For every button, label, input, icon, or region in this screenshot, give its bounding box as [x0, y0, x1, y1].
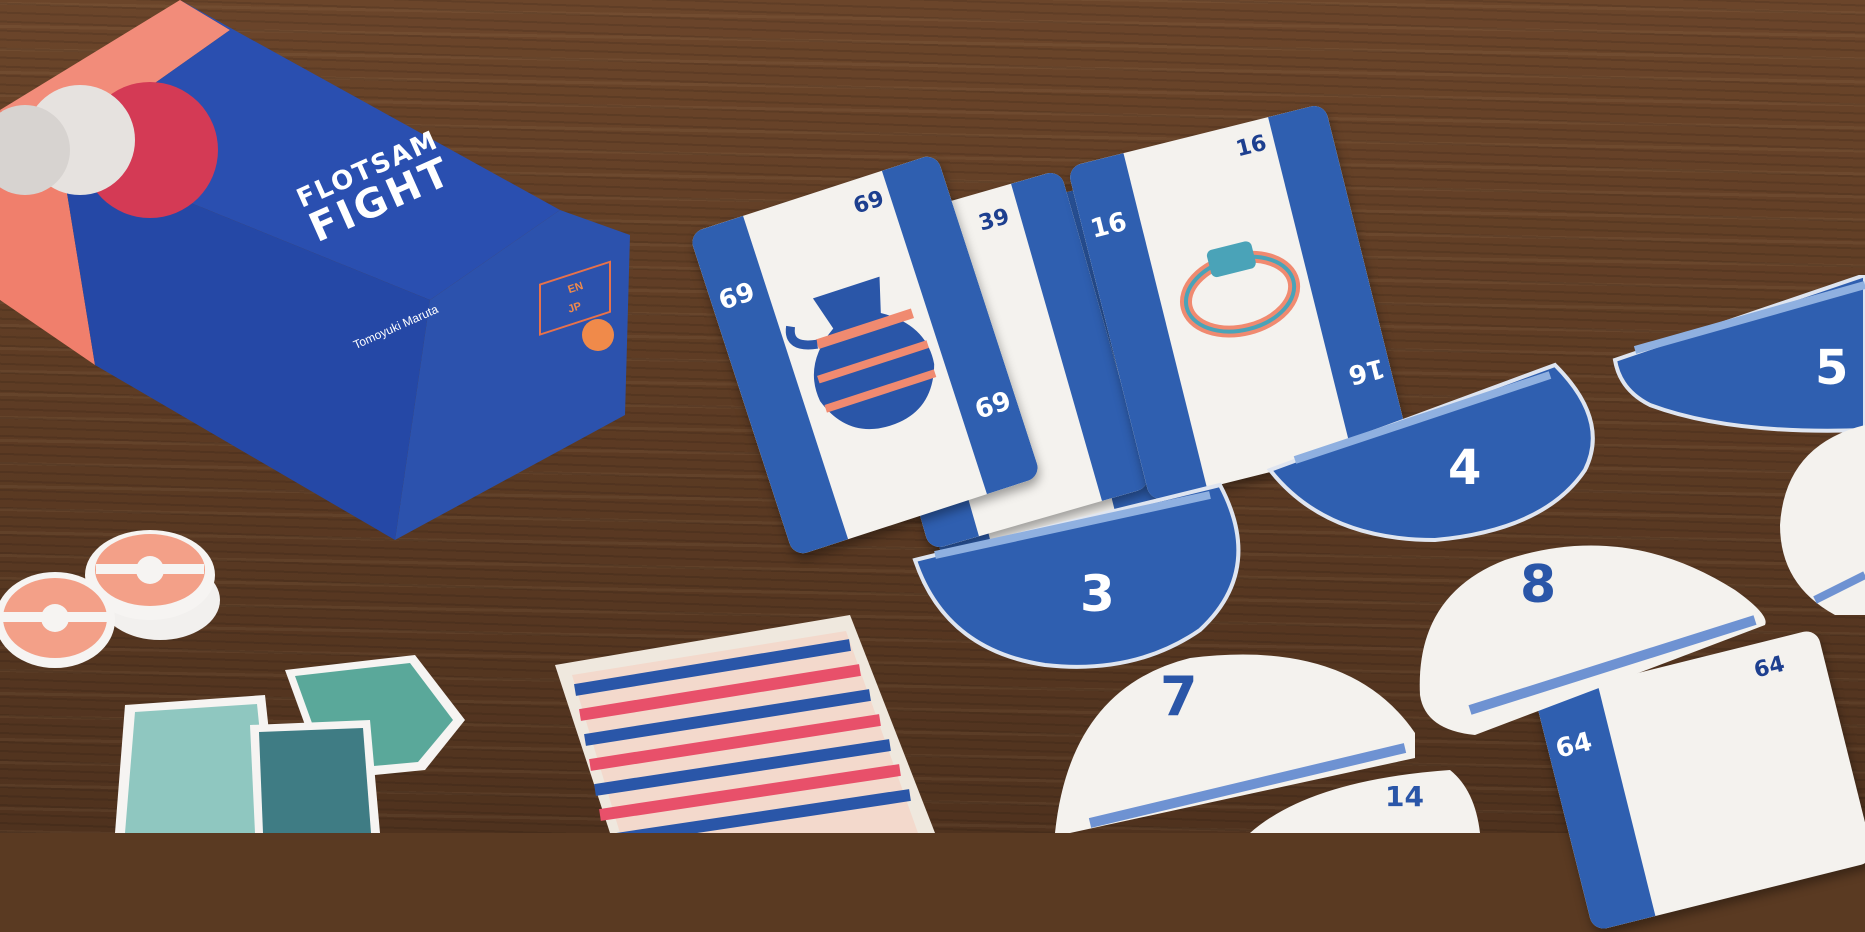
tile-4-value: 4 — [1448, 440, 1482, 496]
tile-8-value: 8 — [1520, 555, 1557, 615]
tile-14[interactable] — [1250, 770, 1480, 833]
tile-14-value: 14 — [1385, 780, 1424, 813]
tile-5-value: 5 — [1815, 340, 1849, 396]
tile-4[interactable] — [1265, 360, 1610, 545]
tile-8[interactable] — [1415, 535, 1770, 735]
pattern-card-deck[interactable] — [550, 615, 940, 833]
game-box — [0, 0, 630, 540]
ring-icon — [1179, 241, 1301, 338]
shield-tokens — [115, 655, 465, 833]
tile-3-value: 3 — [1080, 565, 1115, 623]
card-39-corner-value: 39 — [975, 204, 1013, 237]
tile-7-value: 7 — [1160, 665, 1198, 728]
card-vase-top-value: 69 — [850, 186, 888, 220]
card-ring-top-value: 16 — [1233, 130, 1270, 163]
tile-partial-right[interactable] — [1775, 425, 1865, 615]
